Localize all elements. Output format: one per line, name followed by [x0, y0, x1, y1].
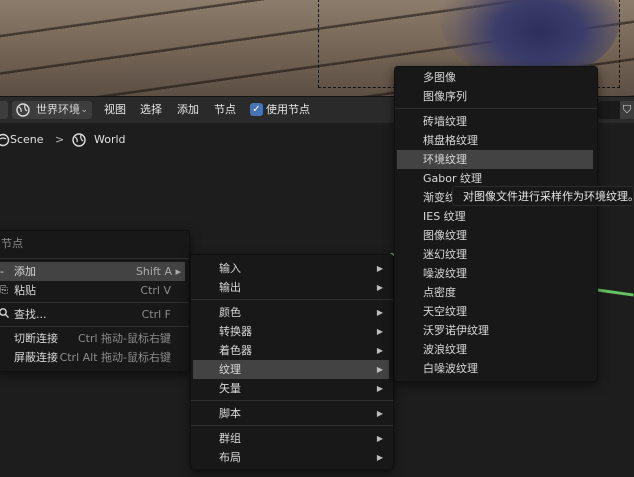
menu-item-magic-texture[interactable]: 迷幻纹理: [397, 245, 593, 264]
menu-item-paste[interactable]: ⎘ 粘贴 Ctrl V: [0, 281, 185, 300]
submenu-arrow-icon: ▶: [376, 409, 383, 418]
search-icon: [0, 305, 9, 324]
breadcrumb-scene: Scene: [10, 133, 44, 146]
chevron-down-icon: ⌄: [80, 105, 88, 115]
menu-item-label: 查找...: [14, 308, 47, 321]
submenu-arrow-icon: ▶: [376, 384, 383, 393]
submenu-arrow-icon: ▶: [376, 346, 383, 355]
add-category-menu: 输入 ▶ 输出 ▶ 颜色 ▶ 转换器 ▶ 着色器 ▶ 纹理 ▶ 矢量 ▶ 脚本 ▶ 群组 ▶ 布局…: [190, 254, 394, 470]
node-context-menu: 节点 - 添加 Shift A ▸ ⎘ 粘贴 Ctrl V 查找... Ctrl…: [0, 230, 190, 372]
menu-item-vector[interactable]: 矢量 ▶: [193, 379, 389, 398]
menu-item-image-texture[interactable]: 图像纹理: [397, 226, 593, 245]
menu-item-ies-texture[interactable]: IES 纹理: [397, 207, 593, 226]
menu-item-group[interactable]: 群组 ▶: [193, 429, 389, 448]
shader-type-label: 世界环境: [36, 103, 80, 116]
menu-item-sky-texture[interactable]: 天空纹理: [397, 302, 593, 321]
scene-icon: [0, 133, 10, 154]
shield-icon[interactable]: ⛉: [620, 101, 634, 119]
paste-icon: ⎘: [0, 285, 8, 296]
submenu-arrow-icon: ▶: [376, 365, 383, 374]
menu-item-multi-image[interactable]: 多图像: [397, 68, 593, 87]
menu-item-layout[interactable]: 布局 ▶: [193, 448, 389, 467]
menu-title: 节点: [1, 237, 23, 250]
menu-item-white-noise-texture[interactable]: 白噪波纹理: [397, 359, 593, 378]
menu-item-add[interactable]: - 添加 Shift A ▸: [0, 262, 185, 281]
menu-item-label: 切断连接: [14, 332, 58, 345]
menu-node[interactable]: 节点: [214, 97, 236, 123]
menu-item-point-density[interactable]: 点密度: [397, 283, 593, 302]
menu-item-texture[interactable]: 纹理 ▶: [193, 360, 389, 379]
node-link: [593, 288, 634, 297]
menu-item-brick-texture[interactable]: 砖墙纹理: [397, 112, 593, 131]
plus-icon: -: [0, 265, 4, 278]
menu-item-checker-texture[interactable]: 棋盘格纹理: [397, 131, 593, 150]
menu-item-wave-texture[interactable]: 波浪纹理: [397, 340, 593, 359]
menu-add[interactable]: 添加: [177, 97, 199, 123]
menu-item-label: 屏蔽连接: [14, 351, 58, 364]
menu-item-converter[interactable]: 转换器 ▶: [193, 322, 389, 341]
menu-item-color[interactable]: 颜色 ▶: [193, 303, 389, 322]
menu-item-shortcut: Ctrl F: [141, 308, 171, 321]
menu-item-shortcut: Ctrl Alt 拖动-鼠标右键: [59, 351, 171, 364]
menu-item-label: 添加: [14, 265, 36, 278]
menu-item-shortcut: Ctrl 拖动-鼠标右键: [77, 332, 171, 345]
use-nodes-checkbox[interactable]: ✓: [250, 103, 263, 116]
menu-item-output[interactable]: 输出 ▶: [193, 278, 389, 297]
menu-view[interactable]: 视图: [104, 97, 126, 123]
menu-item-script[interactable]: 脚本 ▶: [193, 404, 389, 423]
menu-item-mute-links[interactable]: 屏蔽连接 Ctrl Alt 拖动-鼠标右键: [0, 348, 185, 367]
breadcrumb-world: World: [94, 133, 126, 146]
submenu-arrow-icon: ▶: [376, 264, 383, 273]
menu-item-search[interactable]: 查找... Ctrl F: [0, 305, 185, 324]
submenu-arrow-icon: ▶: [376, 453, 383, 462]
editor-type-dropdown[interactable]: [0, 101, 8, 119]
menu-item-cut-links[interactable]: 切断连接 Ctrl 拖动-鼠标右键: [0, 329, 185, 348]
menu-item-shortcut: Shift A ▸: [135, 265, 181, 278]
menu-item-input[interactable]: 输入 ▶: [193, 259, 389, 278]
header-field[interactable]: [598, 101, 620, 119]
menu-item-label: 粘贴: [14, 284, 36, 297]
world-icon: [72, 133, 86, 154]
submenu-arrow-icon: ▶: [376, 327, 383, 336]
submenu-arrow-icon: ▶: [376, 434, 383, 443]
submenu-arrow-icon: ▶: [376, 283, 383, 292]
menu-item-noise-texture[interactable]: 噪波纹理: [397, 264, 593, 283]
tooltip: 对图像文件进行采样作为环境纹理。: [452, 186, 634, 206]
menu-item-shortcut: Ctrl V: [140, 284, 171, 297]
menu-select[interactable]: 选择: [140, 97, 162, 123]
menu-item-voronoi-texture[interactable]: 沃罗诺伊纹理: [397, 321, 593, 340]
breadcrumb-separator: >: [55, 133, 65, 146]
menu-item-environment-texture[interactable]: 环境纹理: [397, 150, 593, 169]
shader-type-dropdown[interactable]: 世界环境 ⌄: [12, 101, 92, 119]
texture-menu: 多图像 图像序列 砖墙纹理 棋盘格纹理 环境纹理 Gabor 纹理 渐变纹理 I…: [394, 66, 598, 382]
globe-icon: [16, 103, 30, 123]
menu-item-image-sequence[interactable]: 图像序列: [397, 87, 593, 106]
menu-item-shader[interactable]: 着色器 ▶: [193, 341, 389, 360]
submenu-arrow-icon: ▶: [376, 308, 383, 317]
use-nodes-label: 使用节点: [266, 103, 310, 116]
